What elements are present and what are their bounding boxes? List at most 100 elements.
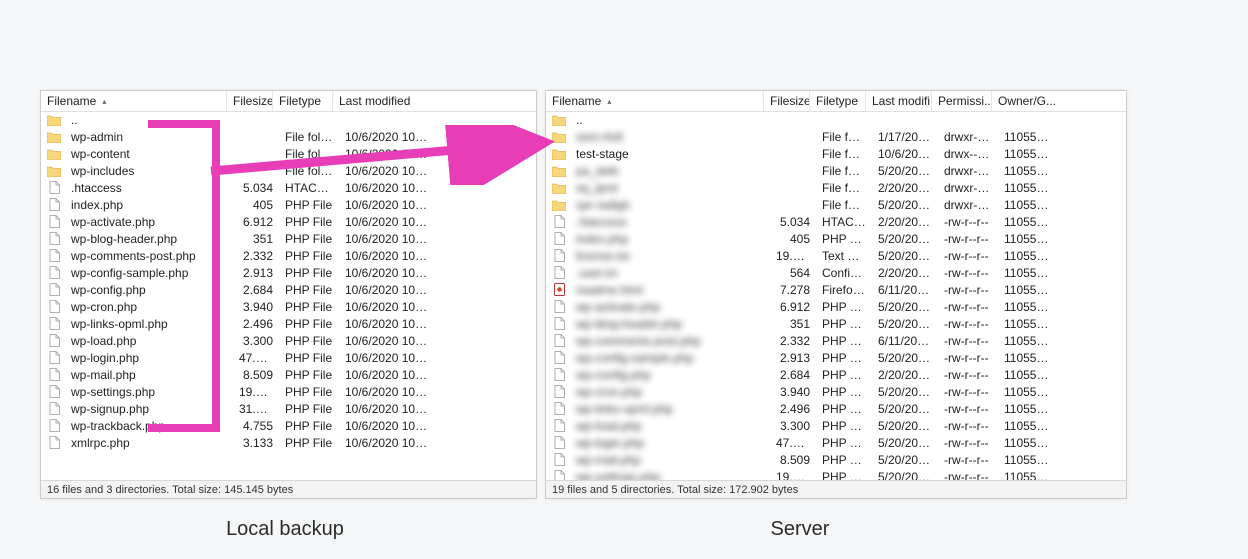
table-row[interactable]: wp-adminFile folder10/6/2020 10:4... — [41, 128, 536, 145]
cell-permissions: -rw-r--r-- — [938, 470, 998, 481]
cell-permissions: -rw-r--r-- — [938, 436, 998, 450]
file-icon — [554, 300, 565, 313]
table-row[interactable]: wp-mail.php8.509PHP File10/6/2020 10:3..… — [41, 366, 536, 383]
cell-modified: 5/20/2020 ... — [872, 436, 938, 450]
table-row[interactable]: wp-config-sample.php2.913PHP File10/6/20… — [41, 264, 536, 281]
folder-icon — [552, 131, 566, 143]
table-row[interactable]: wp-config.php2.684PHP File2/20/2019 ...-… — [546, 366, 1126, 383]
table-row[interactable]: wp-settings.php19.396PHP File5/20/2020 .… — [546, 468, 1126, 480]
table-row[interactable]: wp-login.php47.874PHP File10/6/2020 10:3… — [41, 349, 536, 366]
cell-filetype: PHP File — [279, 351, 339, 365]
table-row[interactable]: wp-links-opml.php2.496PHP File10/6/2020 … — [41, 315, 536, 332]
table-row[interactable]: wp-contentFile folder10/6/2020 10:4... — [41, 145, 536, 162]
cell-filename: wp-blog-header.php — [65, 232, 233, 246]
table-row[interactable]: wp-trackback.php4.755PHP File10/6/2020 1… — [41, 417, 536, 434]
cell-filetype: File folder — [816, 147, 872, 161]
cell-filesize: 5.034 — [233, 181, 279, 195]
server-header-owner[interactable]: Owner/G... — [992, 91, 1126, 111]
table-row[interactable]: .htaccess5.034HTACCESS ...10/6/2020 10:3… — [41, 179, 536, 196]
server-header-modified[interactable]: Last modifi... — [866, 91, 932, 111]
folder-icon — [47, 148, 61, 160]
cell-filetype: PHP File — [279, 232, 339, 246]
folder-icon — [47, 114, 61, 126]
cell-filetype: PHP File — [279, 215, 339, 229]
table-row[interactable]: wp-blog-header.php351PHP File5/20/2020 .… — [546, 315, 1126, 332]
table-row[interactable]: readme.html7.278Firefox ...6/11/2020 ...… — [546, 281, 1126, 298]
server-header-filetype[interactable]: Filetype — [810, 91, 866, 111]
cell-filename: wp-config-sample.php — [65, 266, 233, 280]
server-header-filename[interactable]: Filename ▴ — [546, 91, 764, 111]
cell-filename: readme.html — [570, 283, 770, 297]
table-row[interactable]: license.txt19.915Text Doc...5/20/2020 ..… — [546, 247, 1126, 264]
cell-permissions: -rw-r--r-- — [938, 419, 998, 433]
cell-filename: wp-login.php — [570, 436, 770, 450]
table-row[interactable]: wp-load.php3.300PHP File5/20/2020 ...-rw… — [546, 417, 1126, 434]
cell-modified: 10/6/2020 10:3... — [339, 402, 434, 416]
table-row[interactable]: .. — [41, 111, 536, 128]
table-row[interactable]: wp-includesFile folder10/6/2020 10:4... — [41, 162, 536, 179]
table-row[interactable]: wp-config.php2.684PHP File10/6/2020 10:3… — [41, 281, 536, 298]
table-row[interactable]: test-stageFile folder10/6/2020 ...drwx--… — [546, 145, 1126, 162]
table-row[interactable]: sem-rfv8File folder1/17/2019 ...drwxr-xr… — [546, 128, 1126, 145]
table-row[interactable]: sq_lpmtFile folder2/20/2019 ...drwxr-xr-… — [546, 179, 1126, 196]
table-row[interactable]: wp-blog-header.php351PHP File10/6/2020 1… — [41, 230, 536, 247]
cell-filetype: PHP File — [816, 368, 872, 382]
cell-filename: wp-activate.php — [65, 215, 233, 229]
cell-filename: .. — [65, 113, 233, 127]
table-row[interactable]: pa_delitFile folder5/20/2020 ...drwxr-xr… — [546, 162, 1126, 179]
cell-modified: 2/20/2019 ... — [872, 181, 938, 195]
cell-permissions: -rw-r--r-- — [938, 300, 998, 314]
file-icon — [49, 419, 60, 432]
table-row[interactable]: spr-radighFile folder5/20/2020 ...drwxr-… — [546, 196, 1126, 213]
local-header-filesize[interactable]: Filesize — [227, 91, 273, 111]
table-row[interactable]: .user.ini564Configur...2/20/2019 ...-rw-… — [546, 264, 1126, 281]
cell-owner: 1105560... — [998, 215, 1058, 229]
cell-filesize: 19.396 — [770, 470, 816, 481]
local-header-filetype[interactable]: Filetype — [273, 91, 333, 111]
cell-filesize: 3.940 — [770, 385, 816, 399]
cell-permissions: -rw-r--r-- — [938, 232, 998, 246]
cell-modified: 10/6/2020 10:4... — [339, 147, 434, 161]
cell-filesize: 2.496 — [233, 317, 279, 331]
cell-filename: wp-content — [65, 147, 233, 161]
cell-filename: wp-links-opml.php — [570, 402, 770, 416]
cell-modified: 1/17/2019 ... — [872, 130, 938, 144]
table-row[interactable]: wp-login.php47.874PHP File5/20/2020 ...-… — [546, 434, 1126, 451]
table-row[interactable]: wp-config-sample.php2.913PHP File5/20/20… — [546, 349, 1126, 366]
cell-modified: 10/6/2020 10:3... — [339, 317, 434, 331]
table-row[interactable]: wp-cron.php3.940PHP File5/20/2020 ...-rw… — [546, 383, 1126, 400]
table-row[interactable]: wp-activate.php6.912PHP File5/20/2020 ..… — [546, 298, 1126, 315]
file-icon — [49, 436, 60, 449]
table-row[interactable]: wp-load.php3.300PHP File10/6/2020 10:3..… — [41, 332, 536, 349]
table-row[interactable]: wp-comments-post.php2.332PHP File10/6/20… — [41, 247, 536, 264]
cell-filetype: PHP File — [279, 402, 339, 416]
file-icon — [554, 215, 565, 228]
cell-permissions: drwxr-xr-x — [938, 181, 998, 195]
file-icon — [49, 385, 60, 398]
table-row[interactable]: wp-comments-post.php2.332PHP File6/11/20… — [546, 332, 1126, 349]
server-file-list[interactable]: ..sem-rfv8File folder1/17/2019 ...drwxr-… — [546, 111, 1126, 480]
local-header-filename[interactable]: Filename ▴ — [41, 91, 227, 111]
table-row[interactable]: wp-mail.php8.509PHP File5/20/2020 ...-rw… — [546, 451, 1126, 468]
cell-filesize: 19.915 — [770, 249, 816, 263]
table-row[interactable]: xmlrpc.php3.133PHP File10/6/2020 10:3... — [41, 434, 536, 451]
cell-permissions: -rw-r--r-- — [938, 215, 998, 229]
table-row[interactable]: .. — [546, 111, 1126, 128]
table-row[interactable]: wp-links-opml.php2.496PHP File5/20/2020 … — [546, 400, 1126, 417]
server-header-filesize[interactable]: Filesize — [764, 91, 810, 111]
cell-modified: 10/6/2020 10:3... — [339, 249, 434, 263]
server-header-permissions[interactable]: Permissi... — [932, 91, 992, 111]
file-icon — [49, 334, 60, 347]
local-header-modified[interactable]: Last modified — [333, 91, 536, 111]
table-row[interactable]: index.php405PHP File5/20/2020 ...-rw-r--… — [546, 230, 1126, 247]
table-row[interactable]: wp-activate.php6.912PHP File10/6/2020 10… — [41, 213, 536, 230]
table-row[interactable]: .htaccess5.034HTACCE...2/20/2019 ...-rw-… — [546, 213, 1126, 230]
table-row[interactable]: wp-signup.php31.111PHP File10/6/2020 10:… — [41, 400, 536, 417]
table-row[interactable]: index.php405PHP File10/6/2020 10:3... — [41, 196, 536, 213]
cell-filename: wp-links-opml.php — [65, 317, 233, 331]
table-row[interactable]: wp-cron.php3.940PHP File10/6/2020 10:3..… — [41, 298, 536, 315]
cell-filetype: PHP File — [816, 419, 872, 433]
local-file-list[interactable]: ..wp-adminFile folder10/6/2020 10:4...wp… — [41, 111, 536, 480]
cell-permissions: -rw-r--r-- — [938, 385, 998, 399]
table-row[interactable]: wp-settings.php19.396PHP File10/6/2020 1… — [41, 383, 536, 400]
